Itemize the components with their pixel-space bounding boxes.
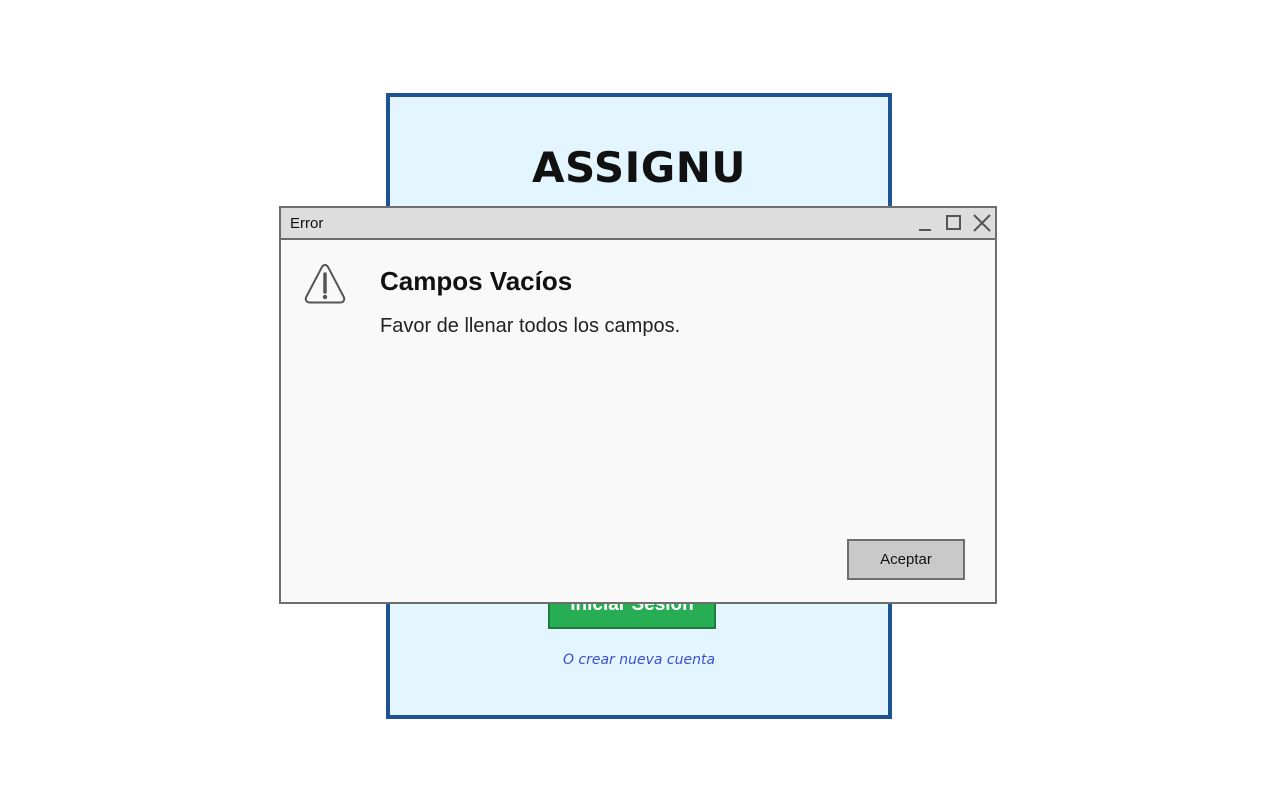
dialog-title: Error (290, 215, 324, 232)
dialog-titlebar[interactable]: Error (281, 208, 995, 240)
app-title: ASSIGNU (532, 143, 746, 192)
screen: ASSIGNU Iniciar Sesión O crear nueva cue… (0, 0, 1280, 800)
error-dialog: Error Campos Vacíos Favor de llenar todo… (279, 206, 997, 604)
create-account-link[interactable]: O crear nueva cuenta (390, 652, 888, 668)
minimize-icon[interactable] (915, 212, 937, 234)
warning-icon (303, 262, 347, 306)
maximize-icon[interactable] (943, 212, 965, 234)
dialog-heading: Campos Vacíos (380, 266, 573, 296)
accept-button[interactable]: Aceptar (847, 539, 965, 580)
close-icon[interactable] (971, 212, 993, 234)
dialog-message: Favor de llenar todos los campos. (380, 315, 681, 337)
